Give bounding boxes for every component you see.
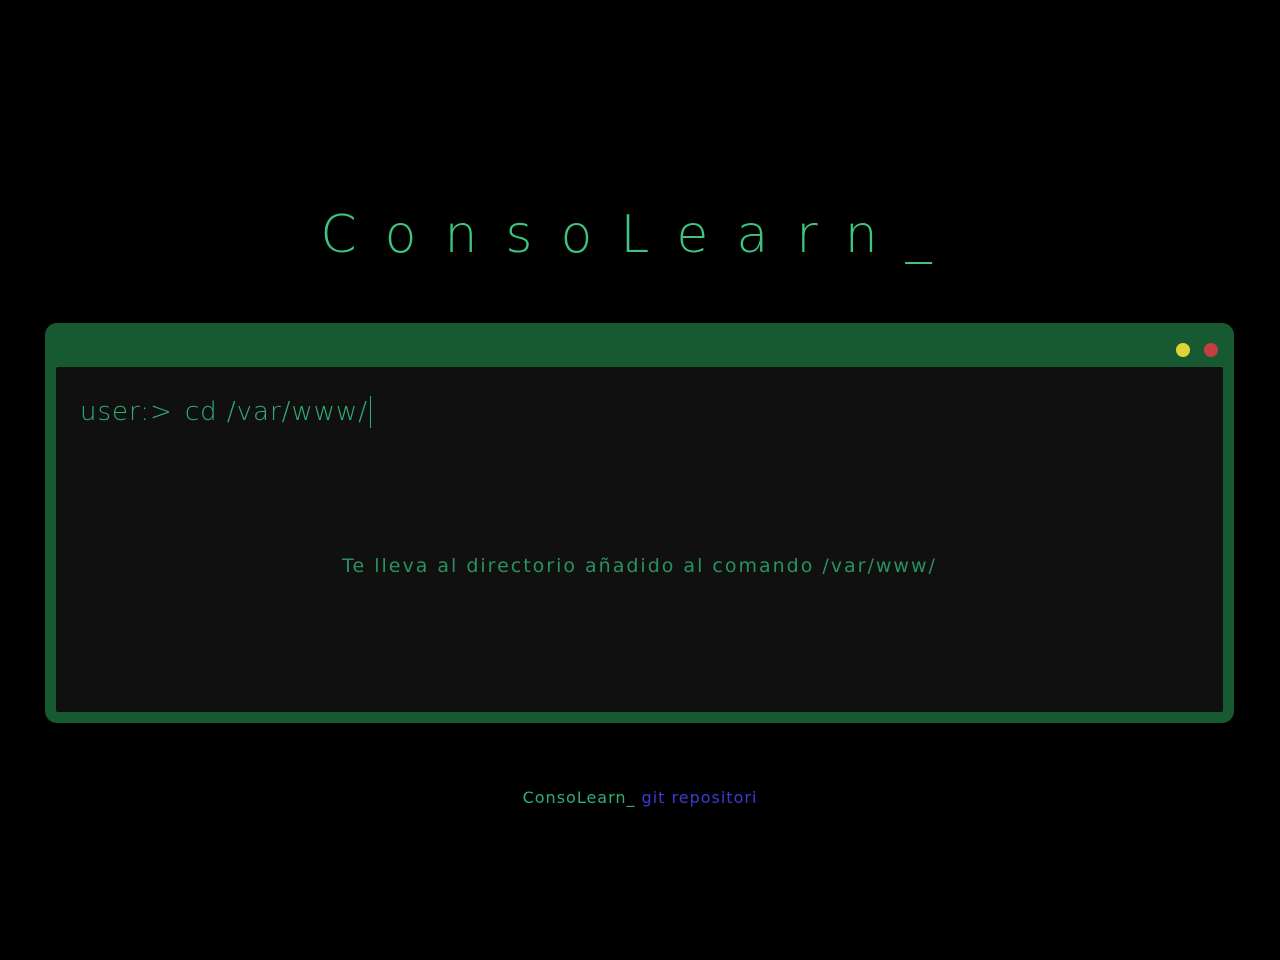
git-repository-link[interactable]: git repositori — [642, 788, 758, 807]
footer-brand: ConsoLearn_ — [522, 788, 636, 807]
terminal-screen[interactable]: user:> cd /var/www/ Te lleva al directori… — [56, 367, 1223, 712]
prompt-label: user:> — [80, 397, 173, 427]
terminal-titlebar — [45, 323, 1234, 367]
command-input[interactable]: cd /var/www/ — [185, 397, 368, 427]
command-line[interactable]: user:> cd /var/www/ — [80, 395, 371, 429]
page: ConsoLearn_ user:> cd /var/www/ Te lleva … — [0, 0, 1280, 960]
command-description: Te lleva al directorio añadido al comand… — [342, 555, 937, 577]
text-cursor — [369, 396, 371, 428]
minimize-icon[interactable] — [1176, 343, 1190, 357]
close-icon[interactable] — [1204, 343, 1218, 357]
app-title: ConsoLearn_ — [320, 204, 960, 265]
footer: ConsoLearn_ git repositori — [0, 788, 1280, 807]
terminal-window: user:> cd /var/www/ Te lleva al directori… — [45, 323, 1234, 723]
